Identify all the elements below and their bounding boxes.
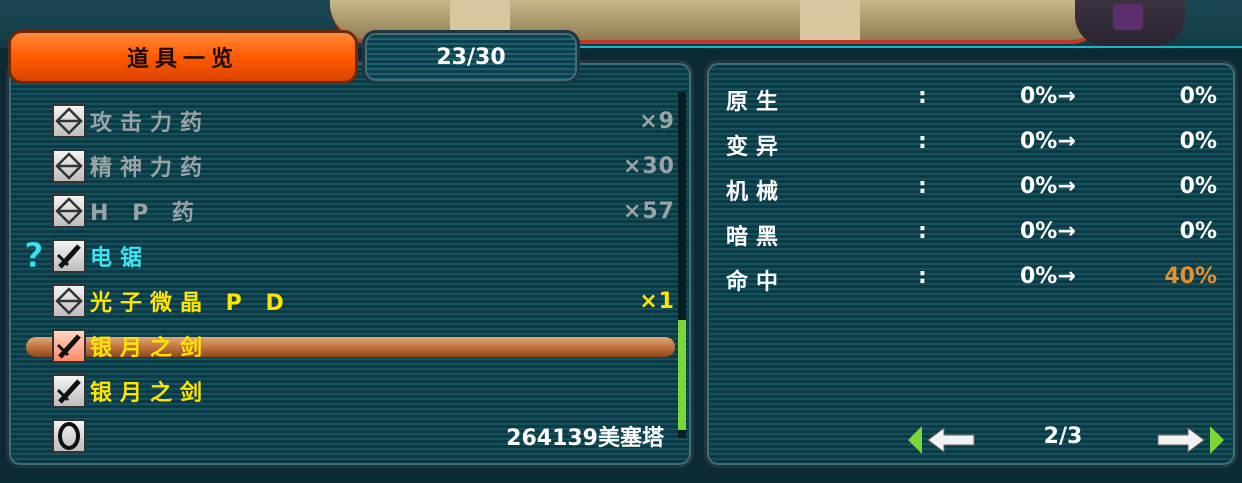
item-quantity: ×9 [639,108,675,134]
item-name: H P 药 [90,201,202,226]
item-name: 银月之剑 [90,381,211,406]
inventory-item-row[interactable]: 攻击力药 ×9 [20,100,675,142]
stat-new-value: 0% [1179,129,1217,154]
unidentified-marker-slot [20,100,52,142]
item-name: 攻击力药 [90,111,211,136]
scrollbar-thumb[interactable] [678,320,686,430]
stat-colon: : [918,174,927,199]
stat-colon: : [918,264,927,289]
unidentified-marker-slot [20,145,52,187]
inventory-item-row[interactable]: 光子微晶 P D ×1 [20,280,675,322]
item-quantity: ×1 [639,288,675,314]
prev-page-icon[interactable] [908,424,976,456]
sword-icon [52,329,86,363]
unidentified-marker-slot: ? [20,235,52,277]
sword-icon [52,239,86,273]
item-quantity: ×30 [622,153,675,179]
inventory-item-row[interactable]: 银月之剑 [20,370,675,412]
potion-icon [52,104,86,138]
scene-divider [580,46,1242,48]
ring-icon [52,419,86,453]
stat-row: 变异: 0%→ 0% [726,125,1221,165]
unidentified-marker-slot [20,190,52,232]
potion-icon [52,284,86,318]
stat-row: 机械: 0%→ 0% [726,170,1221,210]
inventory-item-row[interactable]: 银月之剑 [20,325,675,367]
stat-colon: : [918,84,927,109]
inventory-item-row[interactable]: 精神力药 ×30 [20,145,675,187]
unidentified-marker-slot [20,280,52,322]
scene-pillar [800,0,860,40]
tab-item-list-label: 道具一览 [126,47,239,72]
stat-current-value: 0%→ [1020,129,1076,154]
tab-item-list[interactable]: 道具一览 [8,30,358,84]
question-mark-icon: ? [24,236,50,277]
next-page-icon[interactable] [1156,424,1224,456]
stat-label: 命中 [726,270,787,295]
item-name: 光子微晶 P D [90,291,292,316]
item-count-tab: 23/30 [362,30,580,84]
stat-current-value: 0%→ [1020,84,1076,109]
stat-row: 原生: 0%→ 0% [726,80,1221,120]
potion-icon [52,149,86,183]
unidentified-marker-slot [20,415,52,457]
stat-new-value: 0% [1179,219,1217,244]
stat-row: 命中: 0%→ 40% [726,260,1221,300]
stat-new-value: 40% [1164,264,1217,289]
svg-text:?: ? [24,236,50,275]
stat-current-value: 0%→ [1020,264,1076,289]
item-quantity: ×57 [622,198,675,224]
item-list-scrollbar[interactable] [678,92,686,438]
page-indicator: 2/3 [1043,424,1083,449]
stat-current-value: 0%→ [1020,174,1076,199]
sword-icon [52,374,86,408]
inventory-item-row[interactable]: ? 电锯 [20,235,675,277]
stat-new-value: 0% [1179,84,1217,109]
item-count-label: 23/30 [436,44,506,70]
item-name: 电锯 [90,246,151,271]
potion-icon [52,194,86,228]
stat-label: 暗黑 [726,225,787,250]
stat-row: 暗黑: 0%→ 0% [726,215,1221,255]
money-display: 264139美塞塔 [506,426,664,451]
item-name: 银月之剑 [90,336,211,361]
unidentified-marker-slot [20,325,52,367]
stat-label: 变异 [726,135,787,160]
stat-new-value: 0% [1179,174,1217,199]
stat-label: 机械 [726,180,787,205]
player-character [1075,0,1185,46]
stat-label: 原生 [726,90,787,115]
stats-pager: 2/3 [908,420,1224,460]
item-name: 精神力药 [90,156,211,181]
stat-colon: : [918,129,927,154]
unidentified-marker-slot [20,370,52,412]
stat-current-value: 0%→ [1020,219,1076,244]
stat-colon: : [918,219,927,244]
inventory-item-row[interactable]: H P 药 ×57 [20,190,675,232]
